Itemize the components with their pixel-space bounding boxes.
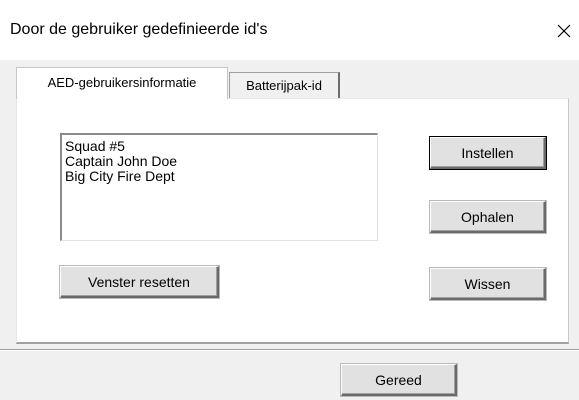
reset-window-button-label: Venster resetten (88, 273, 190, 290)
close-button[interactable] (548, 14, 579, 48)
set-button-label: Instellen (461, 144, 514, 161)
user-info-line: Captain John Doe (65, 153, 178, 169)
clear-button-label: Wissen (464, 275, 511, 292)
retrieve-button-label: Ophalen (461, 208, 514, 225)
dialog-title: Door de gebruiker gedefinieerde id's (10, 21, 268, 38)
tab-label: AED-gebruikersinformatie (47, 74, 197, 90)
tab-battery-pack-id[interactable]: Batterijpak-id (229, 72, 340, 98)
clear-button[interactable]: Wissen (430, 268, 546, 300)
user-info-line: Big City Fire Dept (65, 168, 175, 184)
reset-window-button[interactable]: Venster resetten (60, 266, 219, 298)
user-defined-ids-dialog: Door de gebruiker gedefinieerde id's AED… (0, 0, 579, 400)
tab-aed-user-info[interactable]: AED-gebruikersinformatie (16, 67, 228, 99)
footer-separator (0, 349, 579, 351)
done-button[interactable]: Gereed (341, 364, 457, 396)
title-bar: Door de gebruiker gedefinieerde id's (0, 0, 579, 60)
done-button-label: Gereed (375, 371, 422, 388)
close-icon (557, 24, 570, 38)
tab-label: Batterijpak-id (246, 78, 322, 93)
user-info-textarea[interactable]: Squad #5 Captain John Doe Big City Fire … (60, 133, 378, 241)
set-button[interactable]: Instellen (430, 137, 546, 169)
user-info-line: Squad #5 (65, 138, 125, 154)
retrieve-button[interactable]: Ophalen (430, 201, 546, 233)
